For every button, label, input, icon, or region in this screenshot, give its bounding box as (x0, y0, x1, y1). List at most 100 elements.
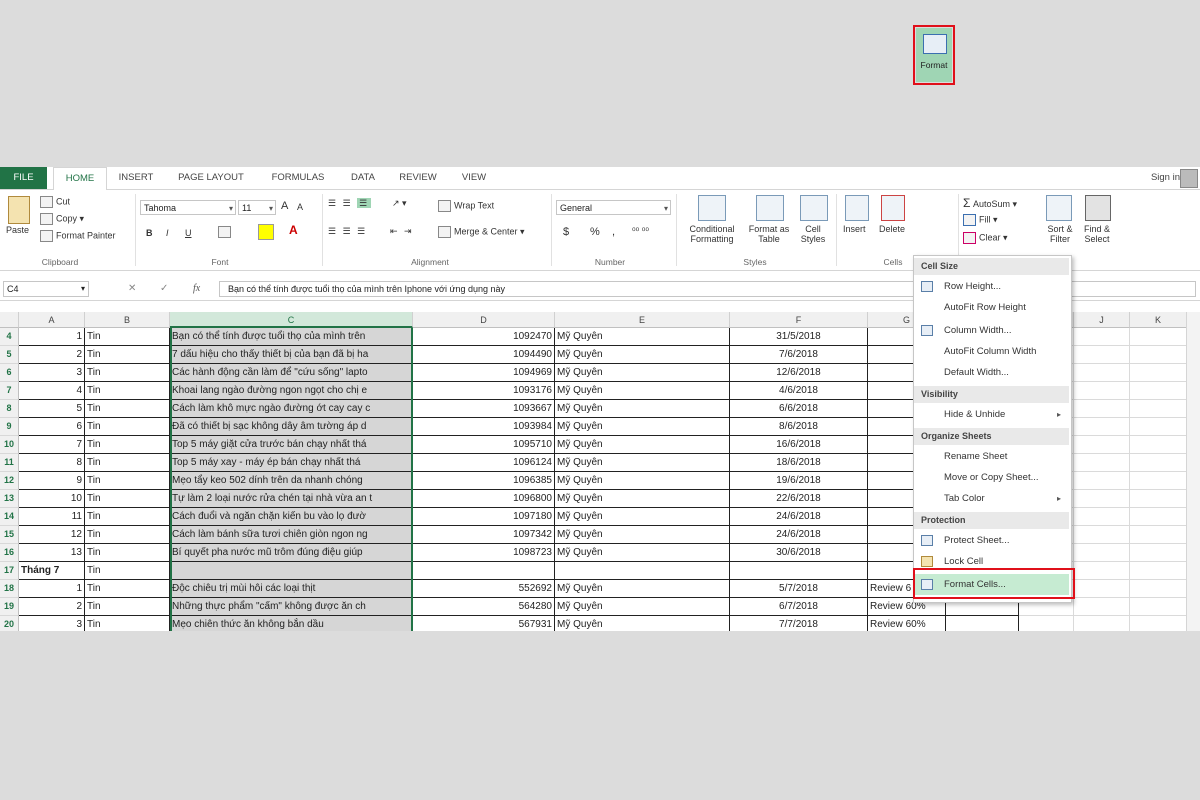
cell-a[interactable]: 2 (19, 346, 85, 364)
row-header[interactable]: 5 (0, 346, 19, 364)
autosum-button[interactable]: Σ AutoSum ▾ (963, 196, 1017, 210)
cell-b[interactable]: Tin (85, 562, 170, 580)
cell-k[interactable] (1130, 598, 1187, 616)
cell-j[interactable] (1074, 544, 1130, 562)
sign-in-link[interactable]: Sign in (1151, 167, 1180, 189)
cell-a[interactable]: 6 (19, 418, 85, 436)
cell-j[interactable] (1074, 616, 1130, 631)
binoculars-icon[interactable] (1085, 195, 1111, 221)
fill-color-icon[interactable] (258, 224, 274, 240)
cell-k[interactable] (1130, 580, 1187, 598)
cell-j[interactable] (1074, 508, 1130, 526)
cell-e[interactable] (555, 562, 730, 580)
cell-a[interactable]: 7 (19, 436, 85, 454)
menu-item-hide-unhide[interactable]: Hide & Unhide ▸ (914, 404, 1069, 425)
cell-b[interactable]: Tin (85, 346, 170, 364)
paste-button[interactable]: Paste (6, 225, 29, 235)
cell-b[interactable]: Tin (85, 400, 170, 418)
cell-e[interactable]: Mỹ Quyên (555, 436, 730, 454)
cell-k[interactable] (1130, 418, 1187, 436)
vertical-scrollbar[interactable] (1186, 312, 1200, 631)
cell-d[interactable]: 552692 (413, 580, 555, 598)
cell-c[interactable]: Các hành động cần làm để "cứu sống" lapt… (170, 364, 413, 382)
cell-j[interactable] (1074, 454, 1130, 472)
row-header[interactable]: 13 (0, 490, 19, 508)
cell-e[interactable]: Mỹ Quyên (555, 400, 730, 418)
cell-f[interactable]: 8/6/2018 (730, 418, 868, 436)
align-left-icon[interactable]: ☰ ☰ ☰ (328, 226, 367, 237)
menu-item-column-width[interactable]: Column Width... (914, 320, 1069, 341)
cell-c[interactable]: Những thực phẩm "cấm" không được ăn ch (170, 598, 413, 616)
cell-f[interactable]: 24/6/2018 (730, 508, 868, 526)
cell-f[interactable]: 19/6/2018 (730, 472, 868, 490)
cell-k[interactable] (1130, 364, 1187, 382)
column-header-j[interactable]: J (1074, 312, 1130, 328)
cell-k[interactable] (1130, 346, 1187, 364)
row-header[interactable]: 20 (0, 616, 19, 631)
number-format-select[interactable]: General ▾ (556, 200, 671, 215)
cell-b[interactable]: Tin (85, 436, 170, 454)
cell-f[interactable]: 30/6/2018 (730, 544, 868, 562)
column-header-a[interactable]: A (19, 312, 85, 328)
tab-review[interactable]: REVIEW (392, 167, 444, 189)
cell-styles-button[interactable]: Cell Styles (796, 224, 830, 244)
row-header[interactable]: 15 (0, 526, 19, 544)
cell-k[interactable] (1130, 328, 1187, 346)
tab-home[interactable]: HOME (53, 167, 107, 191)
cell-b[interactable]: Tin (85, 508, 170, 526)
cell-c[interactable]: Top 5 máy xay - máy ép bán chạy nhất thá (170, 454, 413, 472)
row-header[interactable]: 17 (0, 562, 19, 580)
cell-a[interactable]: Tháng 7 (19, 562, 85, 580)
cut-button[interactable]: Cut (40, 196, 70, 208)
insert-cells-icon[interactable] (845, 195, 869, 221)
avatar[interactable] (1180, 169, 1198, 188)
cell-a[interactable]: 4 (19, 382, 85, 400)
cell-j[interactable] (1074, 436, 1130, 454)
paste-icon[interactable] (8, 196, 30, 224)
cell-a[interactable]: 10 (19, 490, 85, 508)
cell-b[interactable]: Tin (85, 454, 170, 472)
cell-b[interactable]: Tin (85, 616, 170, 631)
row-header[interactable]: 4 (0, 328, 19, 346)
cell-d[interactable]: 1096800 (413, 490, 555, 508)
cell-b[interactable]: Tin (85, 418, 170, 436)
cell-a[interactable]: 12 (19, 526, 85, 544)
row-header[interactable]: 10 (0, 436, 19, 454)
select-all-corner[interactable] (0, 312, 19, 328)
delete-cells-icon[interactable] (881, 195, 905, 221)
cell-b[interactable]: Tin (85, 328, 170, 346)
cell-j[interactable] (1074, 328, 1130, 346)
cell-f[interactable]: 6/7/2018 (730, 598, 868, 616)
menu-item-move-copy[interactable]: Move or Copy Sheet... (914, 467, 1069, 488)
cell-j[interactable] (1074, 580, 1130, 598)
cell-c[interactable]: Bạn có thể tính được tuổi thọ của mình t… (170, 328, 413, 346)
font-color-button[interactable]: A (289, 223, 298, 237)
orientation-icon[interactable]: ↗ ▾ (392, 198, 407, 209)
menu-item-row-height[interactable]: Row Height... (914, 276, 1069, 297)
cell-a[interactable]: 3 (19, 616, 85, 631)
cell-k[interactable] (1130, 472, 1187, 490)
confirm-icon[interactable]: ✓ (160, 281, 168, 297)
copy-button[interactable]: Copy ▾ (40, 213, 84, 225)
cell-e[interactable]: Mỹ Quyên (555, 472, 730, 490)
cell-d[interactable]: 1095710 (413, 436, 555, 454)
cell-f[interactable]: 31/5/2018 (730, 328, 868, 346)
format-as-table-button[interactable]: Format as Table (744, 224, 794, 244)
cell-f[interactable]: 7/7/2018 (730, 616, 868, 631)
cell-k[interactable] (1130, 526, 1187, 544)
tab-data[interactable]: DATA (342, 167, 384, 189)
cell-e[interactable]: Mỹ Quyên (555, 544, 730, 562)
fill-button[interactable]: Fill ▾ (963, 214, 998, 226)
cell-j[interactable] (1074, 490, 1130, 508)
row-header[interactable]: 16 (0, 544, 19, 562)
cell-k[interactable] (1130, 616, 1187, 631)
cell-c[interactable] (170, 562, 413, 580)
cell-b[interactable]: Tin (85, 598, 170, 616)
sort-filter-button[interactable]: Sort & Filter (1043, 224, 1077, 244)
cell-c[interactable]: 7 dấu hiệu cho thấy thiết bị của bạn đã … (170, 346, 413, 364)
cell-e[interactable]: Mỹ Quyên (555, 454, 730, 472)
cell-e[interactable]: Mỹ Quyên (555, 346, 730, 364)
cell-a[interactable]: 2 (19, 598, 85, 616)
menu-item-autofit-column[interactable]: AutoFit Column Width (914, 341, 1069, 362)
row-header[interactable]: 11 (0, 454, 19, 472)
